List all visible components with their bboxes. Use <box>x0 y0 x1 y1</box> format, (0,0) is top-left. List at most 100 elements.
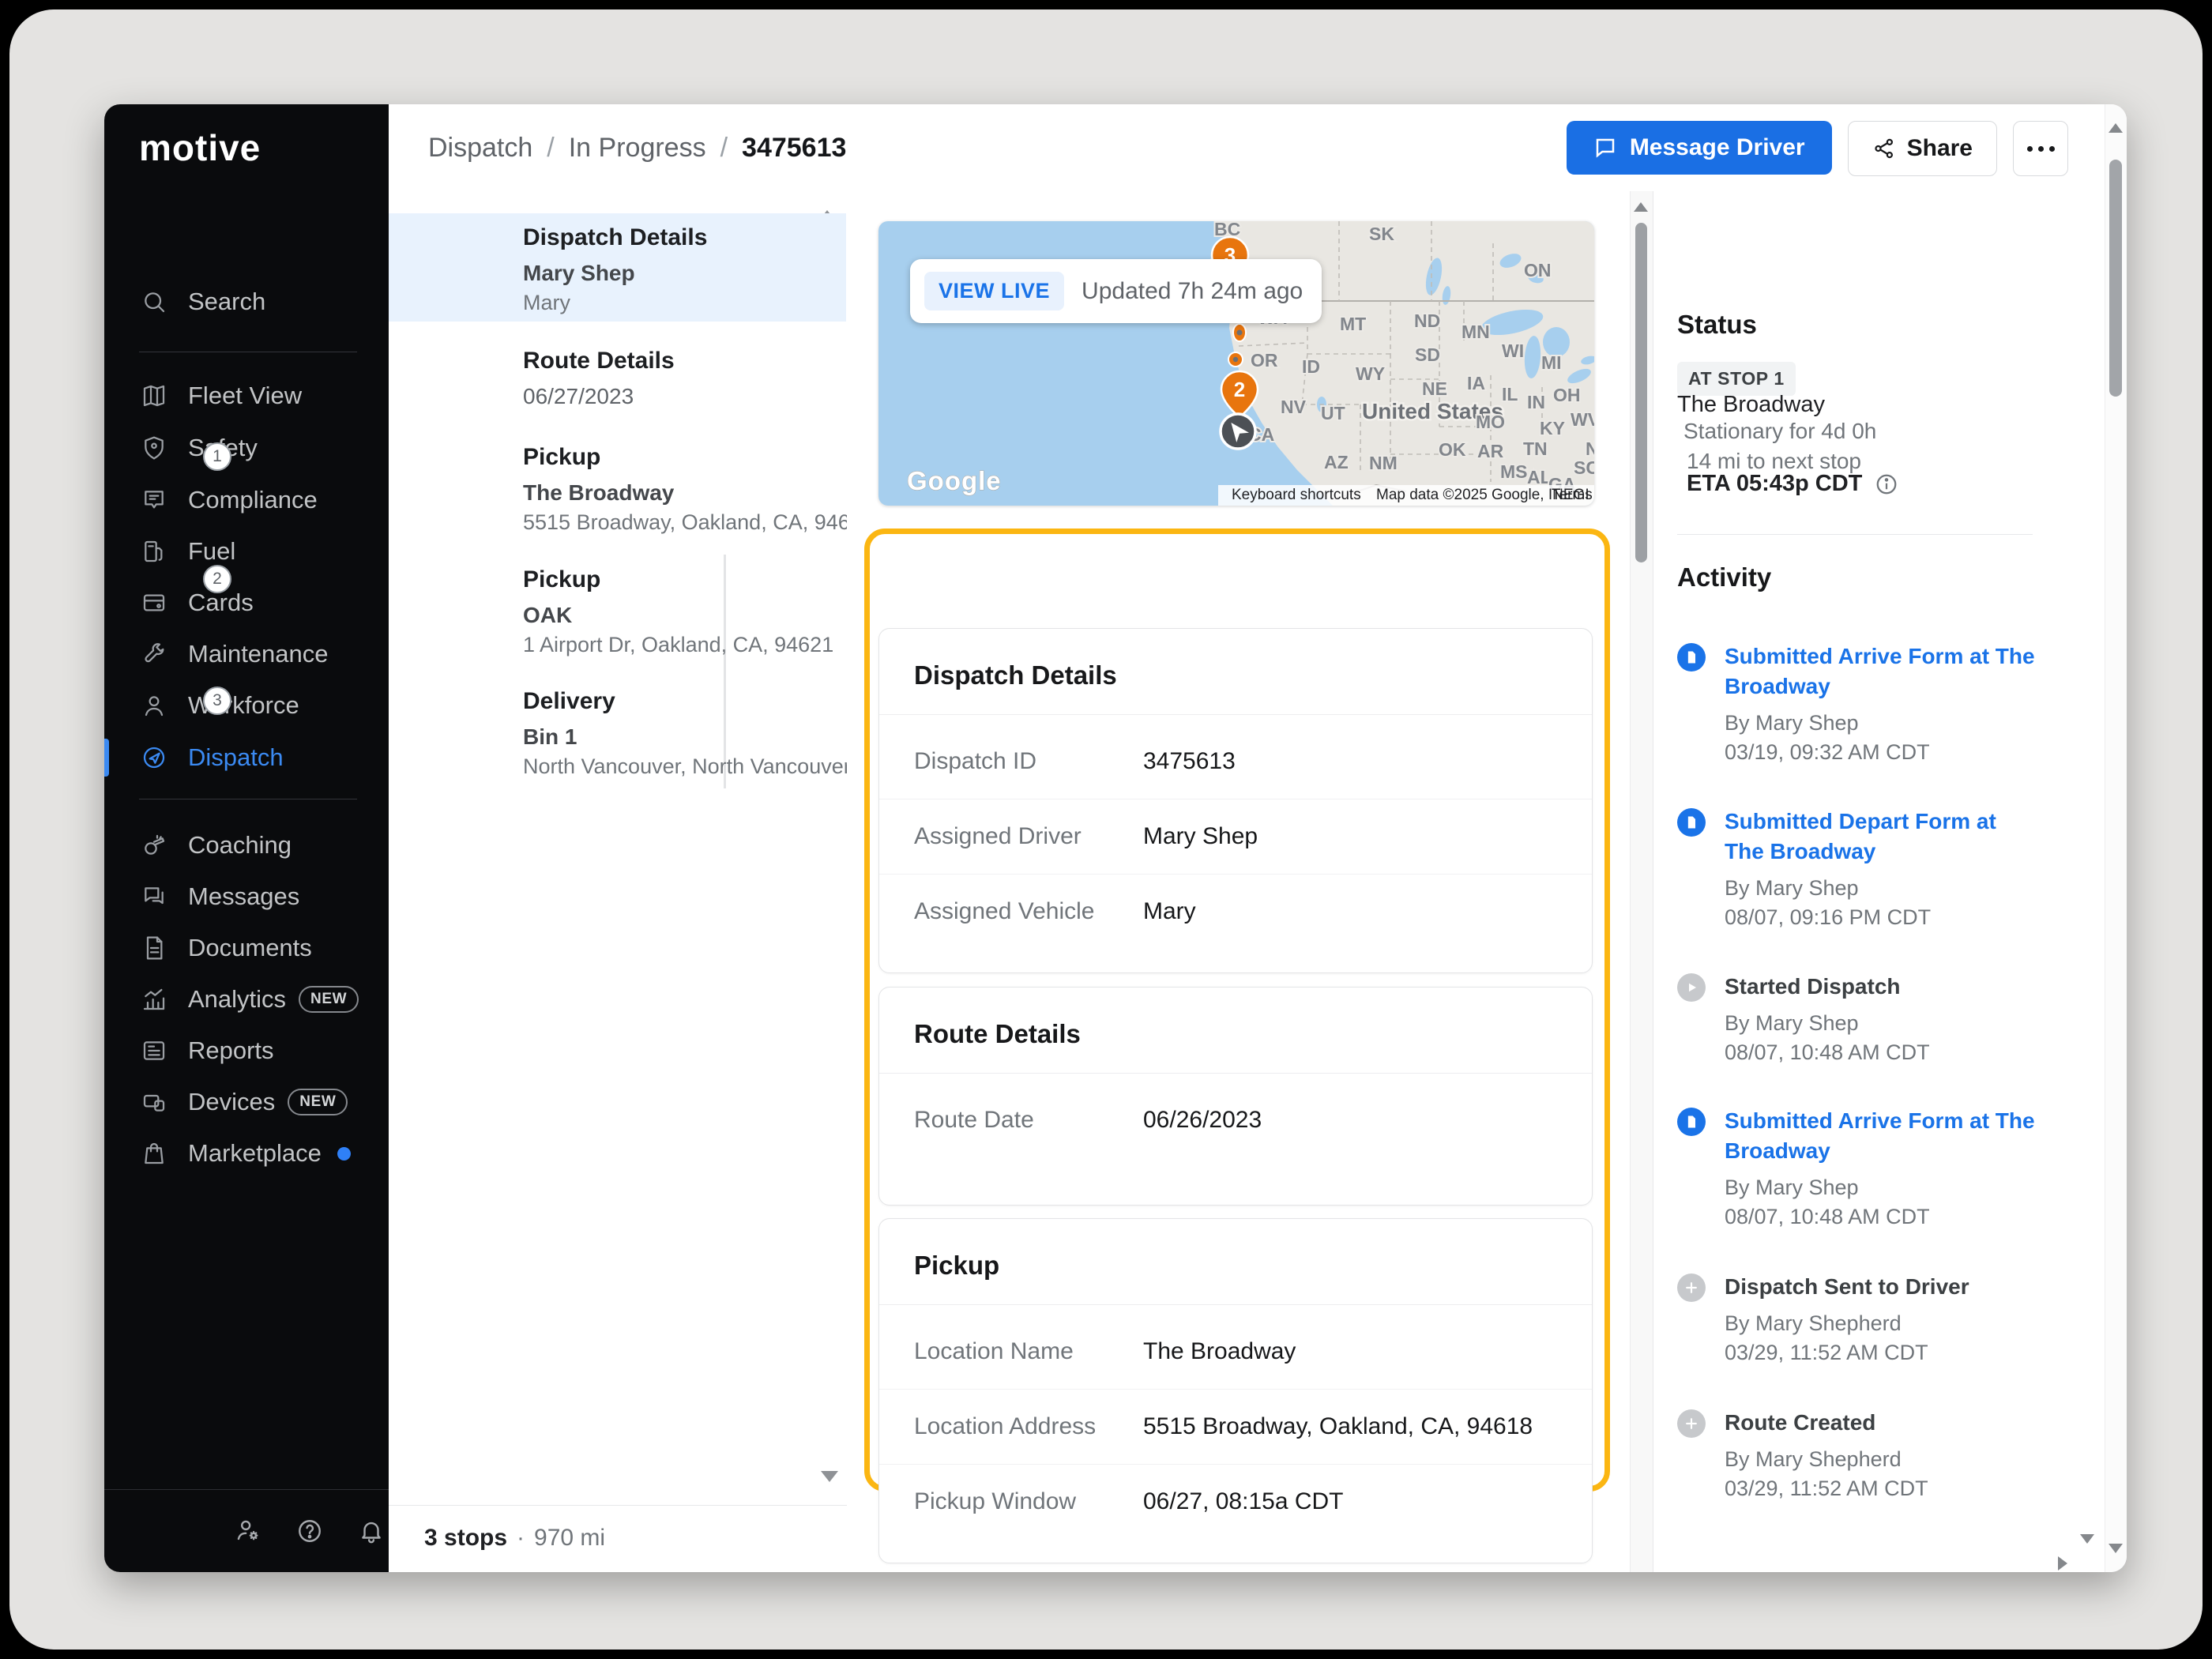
panel-scroll-right-arrow[interactable] <box>2058 1556 2067 1571</box>
stop-address: 5515 Broadway, Oakland, CA, 94618 <box>523 510 831 535</box>
activity-item: Submitted Arrive Form at The Broadway By… <box>1677 641 2056 767</box>
activity-item: Submitted Depart Form at The Broadway By… <box>1677 807 2056 932</box>
map-label: MT <box>1340 314 1366 334</box>
status-heading: Status <box>1677 310 1757 340</box>
analytics-chart-icon <box>141 986 167 1013</box>
breadcrumb: Dispatch / In Progress / 3475613 <box>428 104 846 191</box>
stop-number-badge: 2 <box>203 565 231 593</box>
field-label: Dispatch ID <box>914 748 1143 775</box>
terms-link[interactable]: Terms <box>1552 487 1593 503</box>
sidebar-item-compliance[interactable]: Compliance <box>104 478 389 522</box>
info-icon[interactable] <box>1875 472 1898 496</box>
panel-scroll-down-arrow[interactable] <box>2080 1534 2094 1544</box>
activity-link[interactable]: Submitted Depart Form at The Broadway <box>1725 807 2041 867</box>
view-live-card[interactable]: VIEW LIVE Updated 7h 24m ago <box>910 259 1322 323</box>
list-item-dispatch-details-selected[interactable]: Dispatch Details Mary Shep Mary <box>389 213 846 322</box>
field-value: Mary Shep <box>1143 823 1258 850</box>
activity-item: Dispatch Sent to Driver By Mary Shepherd… <box>1677 1272 2056 1367</box>
more-options-button[interactable] <box>2013 121 2068 176</box>
map-label: WI <box>1502 340 1524 361</box>
help-icon[interactable] <box>296 1518 323 1544</box>
status-eta: ETA 05:43p CDT <box>1687 471 1898 497</box>
scrollbar-thumb[interactable] <box>1635 223 1647 562</box>
list-item-route-details[interactable]: Route Details 06/27/2023 <box>523 348 675 409</box>
breadcrumb-dispatch[interactable]: Dispatch <box>428 133 532 164</box>
scroll-up-arrow[interactable] <box>2109 123 2123 133</box>
share-label: Share <box>1907 135 1973 162</box>
eta-value: ETA 05:43p CDT <box>1687 471 1862 497</box>
field-label: Location Address <box>914 1413 1143 1440</box>
sidebar-item-messages[interactable]: Messages <box>104 875 389 919</box>
app-window: motive Search Fleet View Safety Complian… <box>104 104 2127 1572</box>
sidebar-item-marketplace[interactable]: Marketplace <box>104 1131 389 1176</box>
form-event-icon <box>1677 1108 1706 1136</box>
map-label: OR <box>1251 350 1278 371</box>
sidebar-item-devices[interactable]: Devices NEW <box>104 1080 389 1124</box>
status-stationary: Stationary for 4d 0h <box>1683 419 1876 444</box>
sidebar-item-cards[interactable]: Cards <box>104 581 389 625</box>
sidebar: motive Search Fleet View Safety Complian… <box>104 104 389 1572</box>
map-label: IL <box>1502 384 1518 404</box>
sidebar-item-safety[interactable]: Safety <box>104 426 389 470</box>
sidebar-item-fuel[interactable]: Fuel <box>104 529 389 574</box>
sidebar-item-analytics[interactable]: Analytics NEW <box>104 977 389 1021</box>
field-label: Location Name <box>914 1338 1143 1365</box>
activity-item: Route Created By Mary Shepherd 03/29, 11… <box>1677 1408 2056 1503</box>
stop-type: Pickup <box>523 444 600 471</box>
field-label: Assigned Vehicle <box>914 898 1143 925</box>
sidebar-item-maintenance[interactable]: Maintenance <box>104 632 389 676</box>
map-label: UT <box>1321 403 1345 423</box>
activity-timestamp: 08/07, 10:48 AM CDT <box>1725 1202 2056 1232</box>
dispatch-details-card: Dispatch Details Dispatch ID 3475613 Ass… <box>878 628 1593 973</box>
scroll-down-arrow[interactable] <box>2109 1544 2123 1553</box>
scrollbar-thumb[interactable] <box>2109 160 2122 397</box>
breadcrumb-in-progress[interactable]: In Progress <box>569 133 706 164</box>
ellipsis-icon <box>2027 146 2055 152</box>
map-label: MI <box>1541 352 1562 373</box>
map-label: NM <box>1369 453 1398 473</box>
activity-heading: Activity <box>1677 562 1771 592</box>
window-scrollbar[interactable] <box>2105 104 2127 1572</box>
activity-link[interactable]: Submitted Arrive Form at The Broadway <box>1725 641 2041 702</box>
active-nav-indicator <box>104 739 109 777</box>
motive-logo: motive <box>139 126 261 169</box>
message-driver-button[interactable]: Message Driver <box>1567 121 1832 175</box>
map-label: IN <box>1527 392 1545 412</box>
map-label: MN <box>1462 322 1490 342</box>
scroll-up-arrow[interactable] <box>1634 202 1648 212</box>
map-label: SD <box>1415 344 1440 365</box>
activity-item: Submitted Arrive Form at The Broadway By… <box>1677 1106 2056 1232</box>
route-details-date: 06/27/2023 <box>523 384 675 409</box>
screenshot-root: { "colors":{"accent_blue":"#1a6fe4","lin… <box>0 0 2212 1659</box>
list-scroll-down-arrow[interactable] <box>821 1471 838 1482</box>
keyboard-shortcuts-link[interactable]: Keyboard shortcuts <box>1232 487 1361 503</box>
sidebar-bottom-divider <box>104 1489 389 1490</box>
map-label: ID <box>1302 356 1320 377</box>
map[interactable]: BC SK ON WA MT ND MN SD WI MI ID OR WY N… <box>878 221 1594 506</box>
message-driver-label: Message Driver <box>1630 134 1805 161</box>
sidebar-item-coaching[interactable]: Coaching <box>104 823 389 867</box>
middle-scrollbar[interactable] <box>1630 191 1653 1572</box>
admin-users-icon[interactable] <box>235 1518 261 1544</box>
new-badge: NEW <box>299 986 359 1013</box>
share-button[interactable]: Share <box>1848 121 1997 176</box>
sidebar-item-search[interactable]: Search <box>104 280 389 324</box>
map-label: WY <box>1356 363 1385 384</box>
status-location: The Broadway <box>1677 392 1825 418</box>
bell-icon[interactable] <box>358 1518 385 1544</box>
map-label: MS <box>1500 461 1528 482</box>
vehicle-location-puck[interactable] <box>1221 414 1255 449</box>
sidebar-item-workforce[interactable]: Workforce <box>104 683 389 728</box>
sidebar-item-fleet-view[interactable]: Fleet View <box>104 374 389 418</box>
list-footer: 3 stops · 970 mi <box>424 1525 605 1552</box>
sidebar-item-reports[interactable]: Reports <box>104 1029 389 1073</box>
view-live-button[interactable]: VIEW LIVE <box>924 272 1064 310</box>
activity-timestamp: 03/29, 11:52 AM CDT <box>1725 1338 2056 1367</box>
sidebar-item-documents[interactable]: Documents <box>104 926 389 970</box>
plus-event-icon <box>1677 1273 1706 1302</box>
page-header: Dispatch / In Progress / 3475613 Message… <box>389 104 2127 192</box>
map-label: IA <box>1467 373 1485 393</box>
activity-author: By Mary Shepherd <box>1725 1309 2056 1338</box>
sidebar-item-dispatch[interactable]: Dispatch <box>104 735 389 780</box>
activity-link[interactable]: Submitted Arrive Form at The Broadway <box>1725 1106 2041 1166</box>
